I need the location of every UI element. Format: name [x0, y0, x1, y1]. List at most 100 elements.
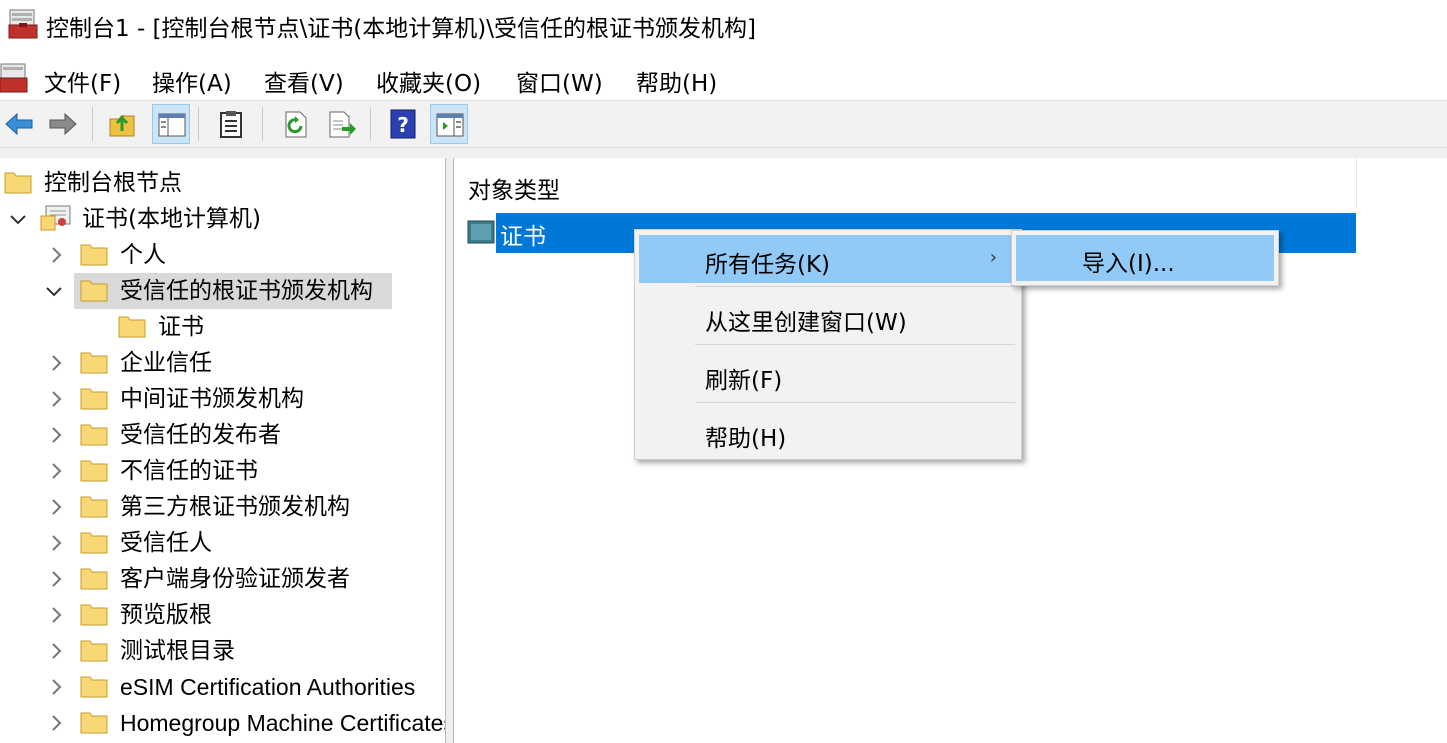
folder-icon — [118, 316, 146, 338]
folder-open-icon — [80, 280, 108, 302]
tree-item-label: 证书 — [158, 314, 204, 340]
folder-icon — [4, 172, 32, 194]
certificate-snapin-icon — [40, 205, 71, 231]
show-hide-tree-button[interactable] — [152, 104, 190, 144]
folder-icon — [80, 604, 108, 626]
mdi-child-icon[interactable] — [0, 62, 30, 94]
menu-favorites[interactable]: 收藏夹(O) — [376, 64, 481, 98]
tree-item-label: 个人 — [120, 242, 166, 268]
chevron-right-icon[interactable] — [46, 461, 66, 481]
tree-item-label: 受信任的发布者 — [120, 422, 281, 448]
chevron-right-icon[interactable] — [46, 425, 66, 445]
menu-action[interactable]: 操作(A) — [152, 64, 232, 98]
tree-item-label: 中间证书颁发机构 — [120, 386, 304, 412]
folder-icon — [80, 640, 108, 662]
menu-item-label: 导入(I)... — [1082, 251, 1175, 277]
show-hide-tree-icon — [158, 113, 186, 137]
certificate-store-icon — [467, 220, 495, 244]
refresh-button[interactable] — [276, 104, 314, 144]
menu-view[interactable]: 查看(V) — [264, 64, 344, 98]
chevron-right-icon[interactable] — [46, 677, 66, 697]
properties-icon — [220, 111, 242, 138]
tree-item-label: 客户端身份验证颁发者 — [120, 566, 350, 592]
console-tree: 控制台根节点 证书(本地计算机) 个人 受信任的根证书颁发机构 证书 企业信任 … — [0, 158, 446, 743]
menu-item-help[interactable]: 帮助(H) — [639, 409, 1017, 457]
tree-item-label: 证书(本地计算机) — [82, 206, 261, 232]
export-list-button[interactable] — [322, 104, 360, 144]
forward-arrow-icon — [49, 112, 77, 136]
refresh-icon — [285, 111, 307, 138]
show-action-pane-button[interactable] — [430, 104, 468, 144]
tree-item-label: 受信任的根证书颁发机构 — [120, 278, 373, 304]
help-icon: ? — [390, 109, 416, 139]
chevron-down-icon[interactable] — [8, 209, 28, 229]
tree-item-label: Homegroup Machine Certificates — [120, 710, 446, 736]
export-list-icon — [329, 111, 356, 138]
properties-button[interactable] — [212, 104, 250, 144]
all-tasks-submenu: 导入(I)... — [1011, 230, 1279, 286]
menu-item-label: 所有任务(K) — [705, 252, 831, 278]
menu-help[interactable]: 帮助(H) — [636, 64, 717, 98]
toolbar-separator — [370, 107, 371, 141]
toolbar-separator — [198, 107, 199, 141]
tree-item-label: 控制台根节点 — [44, 170, 182, 196]
submenu-arrow-icon: › — [989, 247, 997, 268]
help-button[interactable]: ? — [384, 104, 422, 144]
menu-window[interactable]: 窗口(W) — [516, 64, 603, 98]
mmc-toolbox-icon — [8, 9, 38, 39]
menu-item-all-tasks[interactable]: 所有任务(K) › — [639, 235, 1017, 283]
menu-item-label: 帮助(H) — [705, 426, 787, 452]
tree-item-label: 第三方根证书颁发机构 — [120, 494, 350, 520]
chevron-right-icon[interactable] — [46, 569, 66, 589]
folder-icon — [80, 460, 108, 482]
column-header[interactable]: 对象类型 — [454, 158, 1357, 208]
folder-icon — [80, 496, 108, 518]
menu-item-refresh[interactable]: 刷新(F) — [639, 351, 1017, 399]
menu-item-import[interactable]: 导入(I)... — [1016, 235, 1274, 281]
folder-icon — [80, 532, 108, 554]
chevron-right-icon[interactable] — [46, 389, 66, 409]
chevron-right-icon[interactable] — [46, 497, 66, 517]
svg-text:?: ? — [397, 113, 409, 137]
up-one-level-button[interactable] — [104, 104, 142, 144]
chevron-down-icon[interactable] — [44, 281, 64, 301]
context-menu: 所有任务(K) › 从这里创建窗口(W) 刷新(F) 帮助(H) — [634, 229, 1022, 460]
chevron-right-icon[interactable] — [46, 713, 66, 733]
tree-item-label: eSIM Certification Authorities — [120, 674, 416, 700]
forward-button[interactable] — [44, 104, 82, 144]
chevron-right-icon[interactable] — [46, 641, 66, 661]
tree-item-label: 企业信任 — [120, 350, 212, 376]
tree-item-label: 测试根目录 — [120, 638, 235, 664]
folder-icon — [80, 424, 108, 446]
chevron-right-icon[interactable] — [46, 605, 66, 625]
folder-icon — [80, 388, 108, 410]
menu-file[interactable]: 文件(F) — [44, 64, 121, 98]
result-item-label: 证书 — [500, 224, 546, 250]
up-folder-icon — [109, 114, 135, 137]
menu-item-new-window-from-here[interactable]: 从这里创建窗口(W) — [639, 293, 1017, 341]
back-button[interactable] — [0, 104, 38, 144]
folder-icon — [80, 352, 108, 374]
toolbar-separator — [262, 107, 263, 141]
title-bar: 控制台1 - [控制台根节点\证书(本地计算机)\受信任的根证书颁发机构] — [0, 0, 1447, 50]
menu-bar: 文件(F) 操作(A) 查看(V) 收藏夹(O) 窗口(W) 帮助(H) — [0, 58, 1447, 100]
chevron-right-icon[interactable] — [46, 353, 66, 373]
tree-item-label: 受信任人 — [120, 530, 212, 556]
folder-icon — [80, 244, 108, 266]
chevron-right-icon[interactable] — [46, 533, 66, 553]
tree-item-label: 预览版根 — [120, 602, 212, 628]
toolbar-separator — [92, 107, 93, 141]
folder-icon — [80, 712, 108, 734]
window-title: 控制台1 - [控制台根节点\证书(本地计算机)\受信任的根证书颁发机构] — [46, 16, 756, 42]
menu-separator — [695, 286, 1015, 287]
tree-item-label: 不信任的证书 — [120, 458, 258, 484]
chevron-right-icon[interactable] — [46, 245, 66, 265]
show-action-pane-icon — [436, 113, 464, 137]
menu-item-label: 从这里创建窗口(W) — [705, 310, 907, 336]
menu-separator — [695, 402, 1015, 403]
menu-separator — [695, 344, 1015, 345]
folder-icon — [80, 676, 108, 698]
column-header-object-type: 对象类型 — [468, 178, 560, 204]
folder-icon — [80, 568, 108, 590]
toolbar: ? — [0, 100, 1447, 148]
